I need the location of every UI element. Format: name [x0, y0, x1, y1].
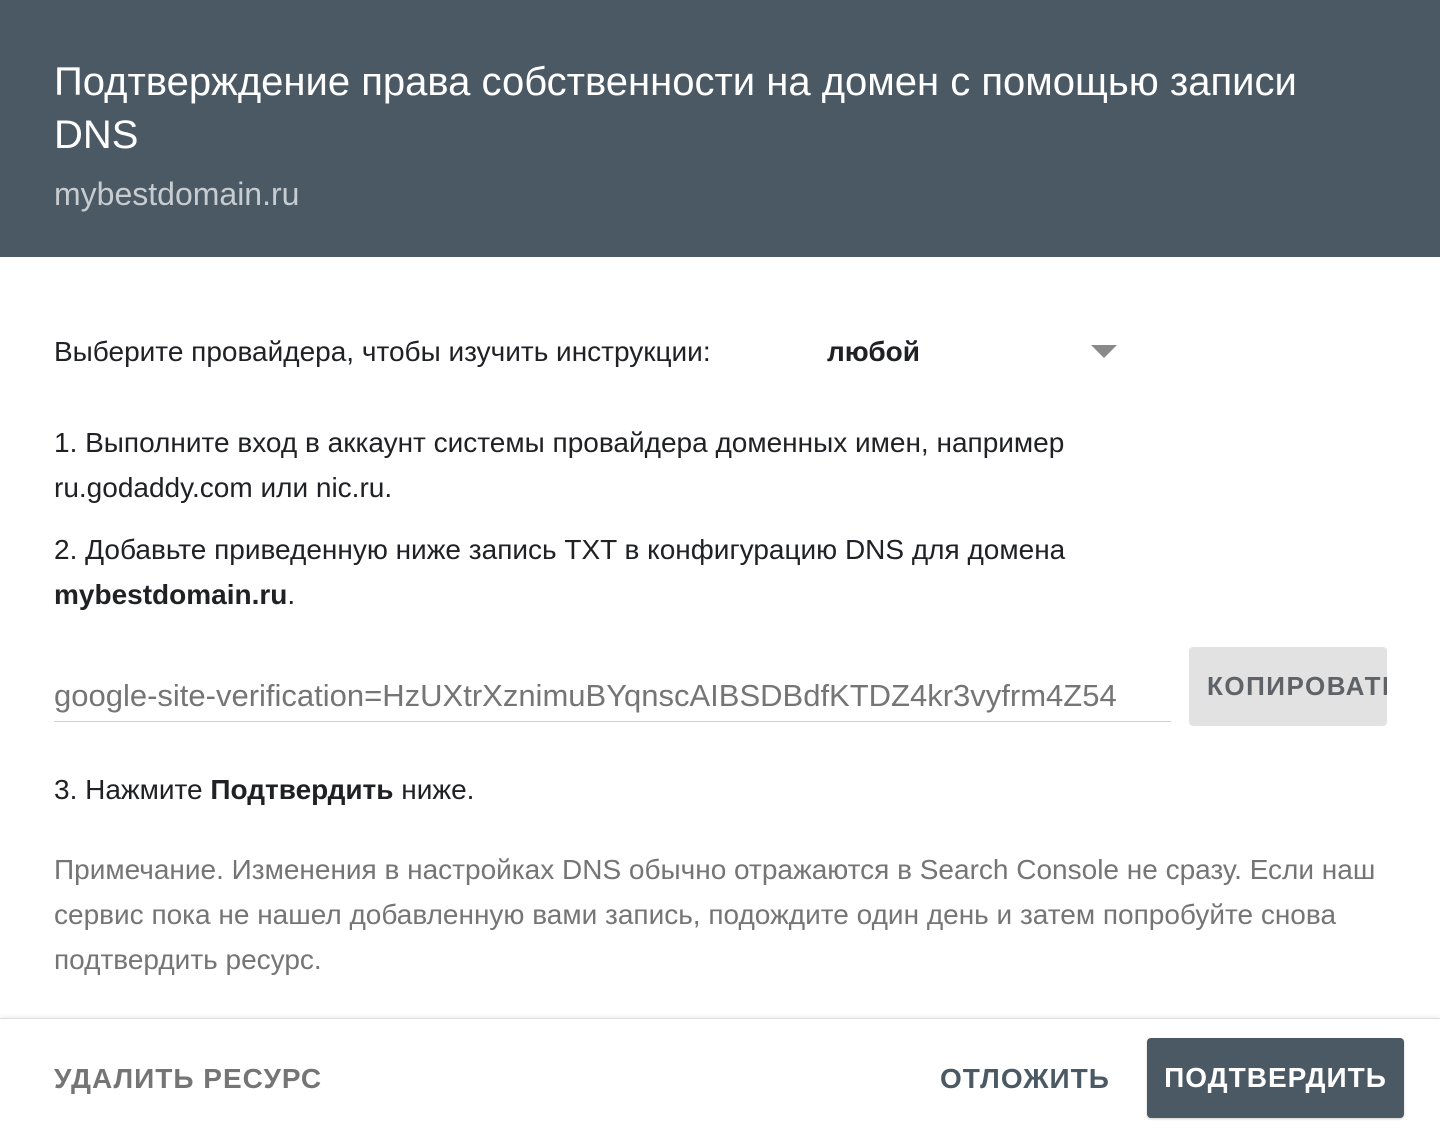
provider-select[interactable]: любой	[827, 330, 1117, 374]
dropdown-arrow-icon	[1091, 345, 1117, 358]
domain-subtitle: mybestdomain.ru	[54, 176, 300, 212]
step-1: 1. Выполните вход в аккаунт системы пров…	[54, 427, 1065, 503]
dialog-footer: УДАЛИТЬ РЕСУРС ОТЛОЖИТЬ ПОДТВЕРДИТЬ	[0, 1018, 1440, 1142]
step-3-suffix: ниже.	[393, 774, 475, 805]
step-3: 3. Нажмите Подтвердить ниже.	[54, 767, 1254, 812]
verify-domain-dialog: Подтверждение права собственности на дом…	[0, 0, 1440, 1142]
provider-label: Выберите провайдера, чтобы изучить инстр…	[54, 336, 711, 367]
provider-selected-value: любой	[827, 336, 920, 367]
step-3-bold: Подтвердить	[210, 774, 394, 805]
delete-resource-button[interactable]: УДАЛИТЬ РЕСУРС	[54, 1059, 322, 1099]
step-2: 2. Добавьте приведенную ниже запись TXT …	[54, 527, 1254, 617]
dialog-title: Подтверждение права собственности на дом…	[54, 60, 1297, 157]
step-3-text: 3. Нажмите	[54, 774, 211, 805]
step-2-domain: mybestdomain.ru	[54, 579, 288, 610]
step-2-suffix: .	[287, 579, 296, 610]
step-2-text: 2. Добавьте приведенную ниже запись TXT …	[54, 534, 1066, 565]
copy-button[interactable]: КОПИРОВАТЬ	[1189, 647, 1387, 726]
dns-note: Примечание. Изменения в настройках DNS о…	[54, 854, 1376, 975]
postpone-button[interactable]: ОТЛОЖИТЬ	[940, 1059, 1110, 1099]
verify-button[interactable]: ПОДТВЕРДИТЬ	[1147, 1038, 1404, 1118]
txt-record-field[interactable]	[54, 670, 1171, 722]
provider-row: Выберите провайдера, чтобы изучить инстр…	[54, 330, 1134, 374]
dialog-header: Подтверждение права собственности на дом…	[0, 0, 1440, 257]
